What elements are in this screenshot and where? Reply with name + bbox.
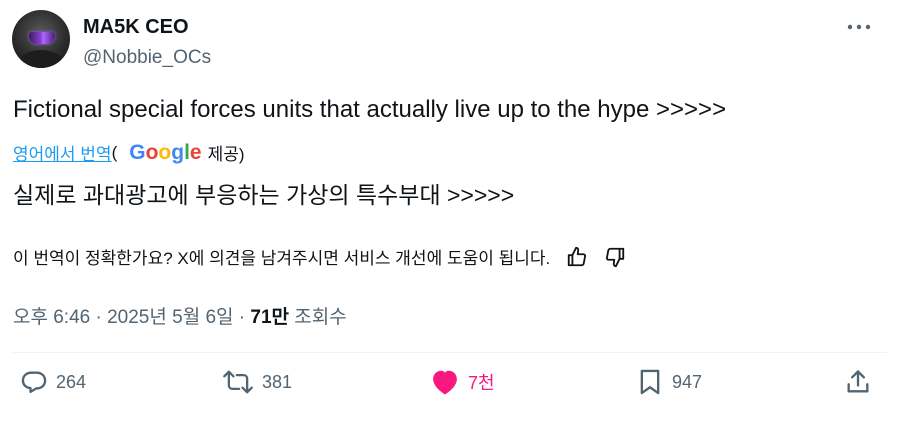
google-logo-letter: o — [158, 140, 172, 164]
reply-icon — [21, 371, 47, 394]
google-logo-letter: e — [189, 140, 202, 164]
feedback-prompt: 이 번역이 정확한가요? X에 의견을 남겨주시면 서비스 개선에 도움이 됩니… — [13, 249, 551, 268]
retweet-count: 381 — [262, 371, 293, 392]
bookmark-icon — [640, 369, 660, 395]
thumbs-down-icon[interactable] — [604, 246, 626, 268]
author-display-name[interactable]: MA5K CEO — [83, 16, 189, 39]
translation-feedback: 이 번역이 정확한가요? X에 의견을 남겨주시면 서비스 개선에 도움이 됩니… — [13, 244, 626, 269]
retweet-button[interactable]: 381 — [222, 368, 292, 396]
avatar-shoulders — [20, 50, 62, 68]
provider-suffix: 제공) — [207, 145, 245, 164]
reply-count: 264 — [56, 371, 87, 392]
views-count: 71만 — [250, 307, 290, 328]
author-handle[interactable]: @Nobbie_OCs — [83, 47, 211, 69]
retweet-icon — [223, 370, 253, 394]
bookmark-count: 947 — [672, 371, 703, 392]
tweet-timestamp[interactable]: 오후 6:46 · 2025년 5월 6일 · — [13, 307, 250, 328]
avatar[interactable] — [12, 10, 70, 68]
google-logo-letter: g — [171, 140, 185, 164]
share-button[interactable] — [844, 368, 880, 396]
like-count: 7천 — [468, 373, 495, 393]
more-icon[interactable] — [846, 14, 872, 37]
divider — [13, 352, 887, 353]
translation-attribution: 영어에서 번역 ( Google 제공) — [13, 140, 245, 165]
avatar-visor — [29, 32, 55, 44]
google-logo-letter: o — [145, 140, 159, 164]
like-button[interactable]: 7천 — [430, 368, 495, 396]
bookmark-button[interactable]: 947 — [636, 368, 702, 396]
share-icon — [847, 370, 869, 393]
action-bar: 264 381 7천 947 — [0, 368, 900, 412]
google-logo-letter: G — [129, 140, 146, 164]
translated-text: 실제로 과대광고에 부응하는 가상의 특수부대 >>>>> — [13, 182, 515, 208]
google-logo: Google — [129, 141, 201, 165]
views-label: 조회수 — [289, 307, 347, 328]
reply-button[interactable]: 264 — [20, 368, 86, 396]
translate-link[interactable]: 영어에서 번역 — [13, 140, 112, 165]
tweet-text: Fictional special forces units that actu… — [13, 96, 727, 123]
thumbs-up-icon[interactable] — [566, 246, 588, 268]
provider-open-paren: ( — [111, 142, 118, 162]
like-icon — [433, 370, 457, 395]
tweet-meta: 오후 6:46 · 2025년 5월 6일 · 71만 조회수 — [13, 302, 347, 329]
